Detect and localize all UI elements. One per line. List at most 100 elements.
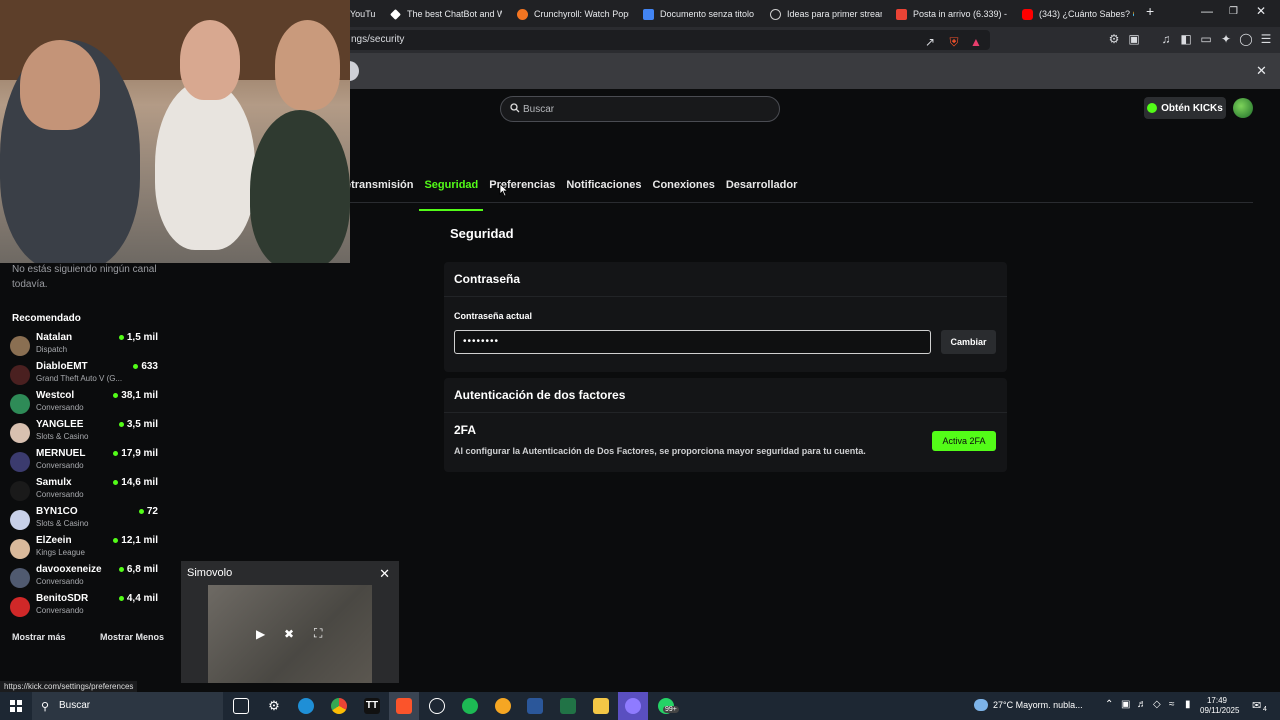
address-field[interactable]: ngs/security ↗ ⛨ ▲ — [345, 30, 990, 50]
channel-category: Conversando — [36, 490, 84, 499]
tab-notifications[interactable]: Notificaciones — [566, 179, 641, 203]
wallet-icon[interactable]: ▭ — [1199, 32, 1213, 46]
tab-label: (343) ¿Cuánto Sabes? 😂 — [1039, 8, 1134, 19]
close-icon[interactable]: ✕ — [379, 566, 390, 582]
new-tab-button[interactable]: + — [1146, 3, 1154, 19]
channel-item[interactable]: ElZeein Kings League 12,1 mil — [10, 535, 160, 563]
channel-item[interactable]: Natalan Dispatch 1,5 mil — [10, 332, 160, 360]
sidebar-icon[interactable]: ◧ — [1179, 32, 1193, 46]
avatar — [10, 568, 30, 588]
discord-icon[interactable] — [625, 698, 641, 714]
browser-tab[interactable]: The best ChatBot and Wid — [390, 4, 502, 24]
change-password-button[interactable]: Cambiar — [941, 330, 996, 354]
avatar[interactable] — [1233, 98, 1253, 118]
page-title: Seguridad — [450, 226, 514, 241]
wifi-icon[interactable]: ≈ — [1169, 699, 1175, 710]
channel-item[interactable]: davooxeneize Conversando 6,8 mil — [10, 564, 160, 592]
tiktok-icon[interactable]: TT — [364, 698, 380, 714]
show-less-button[interactable]: Mostrar Menos — [100, 632, 164, 642]
task-view-icon[interactable] — [233, 698, 249, 714]
browser-tab[interactable]: Ideas para primer stream — [770, 4, 882, 24]
mini-player-video[interactable]: ▶ ✖ ⛶ — [208, 585, 372, 683]
leo-ai-icon[interactable]: ✦ — [1219, 32, 1233, 46]
app-icon[interactable] — [495, 698, 511, 714]
music-icon[interactable]: ♫ — [1159, 32, 1173, 46]
clock[interactable]: 17:49 09/11/2025 — [1200, 696, 1239, 716]
network-icon[interactable]: ◇ — [1153, 699, 1161, 710]
chevron-up-icon[interactable]: ⌃ — [1105, 699, 1113, 710]
excel-icon[interactable] — [560, 698, 576, 714]
docs-icon — [643, 8, 654, 20]
minimize-icon[interactable]: — — [1201, 4, 1213, 18]
battery-icon[interactable]: ▮ — [1185, 699, 1191, 710]
get-kicks-button[interactable]: Obtén KICKs — [1144, 97, 1226, 119]
volume-icon[interactable]: ♬ — [1137, 699, 1147, 710]
viewer-count: 38,1 mil — [113, 390, 158, 401]
whatsapp-badge: 99+ — [663, 706, 679, 713]
weather-widget[interactable]: 27°C Mayorm. nubla... — [974, 699, 1083, 711]
channel-item[interactable]: BenitoSDR Conversando 4,4 mil — [10, 593, 160, 621]
channel-item[interactable]: MERNUEL Conversando 17,9 mil — [10, 448, 160, 476]
brave-icon[interactable] — [396, 698, 412, 714]
play-icon[interactable]: ▶ — [256, 627, 265, 641]
channel-item[interactable]: YANGLEE Slots & Casino 3,5 mil — [10, 419, 160, 447]
viewer-count-text: 38,1 mil — [121, 390, 158, 401]
twofa-title: 2FA — [454, 423, 477, 437]
file-explorer-icon[interactable] — [593, 698, 609, 714]
password-heading: Contraseña — [444, 262, 1007, 297]
chatgpt-icon — [770, 8, 781, 20]
tab-label: Posta in arrivo (6.339) - sin — [913, 9, 1008, 19]
channel-item[interactable]: Westcol Conversando 38,1 mil — [10, 390, 160, 418]
edge-icon[interactable] — [298, 698, 314, 714]
tab-developer[interactable]: Desarrollador — [726, 179, 798, 203]
brave-shield-icon[interactable]: ⛨ — [947, 35, 961, 49]
channel-item[interactable]: Samulx Conversando 14,6 mil — [10, 477, 160, 505]
tab-restream[interactable]: etransmisión — [345, 179, 413, 203]
obs-icon[interactable] — [429, 698, 445, 714]
channel-name: Samulx — [36, 477, 72, 488]
share-icon[interactable]: ↗ — [923, 35, 937, 49]
maximize-icon[interactable]: ❐ — [1229, 6, 1238, 17]
mute-icon[interactable]: ✖ — [284, 627, 294, 641]
channel-item[interactable]: DiabloEMT Grand Theft Auto V (G... 633 — [10, 361, 160, 389]
extensions-icon[interactable]: ⚙ — [1107, 32, 1121, 46]
search-input[interactable]: Buscar — [500, 96, 780, 122]
settings-icon[interactable]: ⚙ — [266, 698, 282, 714]
chrome-icon[interactable] — [331, 698, 347, 714]
browser-tab[interactable]: Crunchyroll: Watch Popula — [517, 4, 629, 24]
taskbar: ⚲ Buscar ⚙ TT 99+ 27°C Mayorm. nubla... … — [0, 692, 1280, 720]
browser-tab[interactable]: Documento senza titolo - — [643, 4, 755, 24]
close-window-icon[interactable]: ✕ — [1256, 4, 1266, 18]
windows-start-icon[interactable] — [10, 700, 22, 712]
mini-player[interactable]: Simovolo ✕ ▶ ✖ ⛶ — [181, 561, 399, 683]
screenshot-icon[interactable]: ▣ — [1127, 32, 1141, 46]
current-password-field[interactable]: •••••••• — [454, 330, 931, 354]
browser-tab[interactable]: YouTu — [350, 4, 380, 24]
meet-icon[interactable]: ▣ — [1121, 699, 1130, 710]
channel-category: Conversando — [36, 461, 84, 470]
word-icon[interactable] — [527, 698, 543, 714]
show-more-button[interactable]: Mostrar más — [12, 632, 66, 642]
viewer-count-text: 12,1 mil — [121, 535, 158, 546]
taskbar-search[interactable]: ⚲ Buscar — [32, 692, 223, 720]
viewer-count: 14,6 mil — [113, 477, 158, 488]
spotify-icon[interactable] — [462, 698, 478, 714]
viewer-count-text: 4,4 mil — [126, 593, 158, 604]
tab-security[interactable]: Seguridad — [419, 179, 484, 211]
channel-category: Conversando — [36, 577, 84, 586]
channel-name: davooxeneize — [36, 564, 102, 575]
channel-item[interactable]: BYN1CO Slots & Casino 72 — [10, 506, 160, 534]
notification-icon[interactable]: ✉ — [1252, 699, 1261, 712]
close-icon[interactable]: ✕ — [1256, 63, 1267, 79]
tab-connections[interactable]: Conexiones — [653, 179, 715, 203]
menu-icon[interactable]: ☰ — [1259, 32, 1273, 46]
twofa-description: Al configurar la Autenticación de Dos Fa… — [454, 446, 866, 456]
brave-rewards-icon[interactable]: ▲ — [969, 35, 983, 49]
chatbot-icon — [390, 8, 401, 20]
activate-2fa-button[interactable]: Activa 2FA — [932, 431, 996, 451]
vpn-icon[interactable]: ◯ — [1239, 32, 1253, 46]
browser-tab[interactable]: (343) ¿Cuánto Sabes? 😂 — [1022, 4, 1134, 24]
live-dot-icon — [118, 422, 124, 427]
browser-tab[interactable]: Posta in arrivo (6.339) - sin — [896, 4, 1008, 24]
fullscreen-icon[interactable]: ⛶ — [314, 626, 322, 641]
